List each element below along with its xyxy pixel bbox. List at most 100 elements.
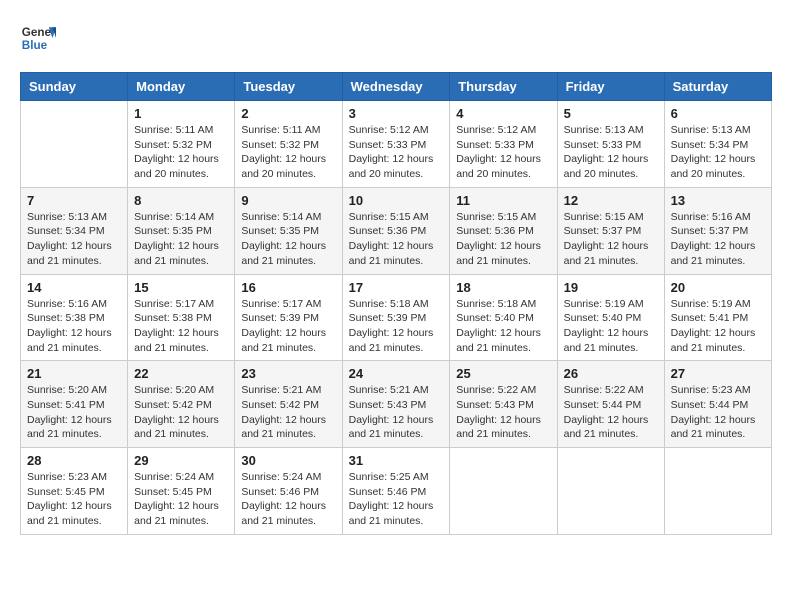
day-info: Sunrise: 5:19 AM Sunset: 5:41 PM Dayligh… xyxy=(671,297,765,356)
calendar-cell: 1Sunrise: 5:11 AM Sunset: 5:32 PM Daylig… xyxy=(128,101,235,188)
calendar-cell: 12 Sunrise: 5:15 AM Sunset: 5:37 PM Dayli… xyxy=(557,187,664,274)
weekday-header-sunday: Sunday xyxy=(21,73,128,101)
day-info: Sunrise: 5:15 AM Sunset: 5:36 PM Dayligh… xyxy=(349,210,444,269)
day-number: 19 xyxy=(564,280,658,295)
day-info: Sunrise: 5:12 AM Sunset: 5:33 PM Dayligh… xyxy=(349,123,444,182)
day-number: 12 xyxy=(564,193,658,208)
day-info: Sunrise: 5:20 AM Sunset: 5:42 PM Dayligh… xyxy=(134,383,228,442)
day-number: 9 xyxy=(241,193,335,208)
svg-text:Blue: Blue xyxy=(22,39,48,52)
weekday-header-monday: Monday xyxy=(128,73,235,101)
calendar-cell: 16Sunrise: 5:17 AM Sunset: 5:39 PM Dayli… xyxy=(235,274,342,361)
weekday-header-row: SundayMondayTuesdayWednesdayThursdayFrid… xyxy=(21,73,772,101)
day-number: 23 xyxy=(241,366,335,381)
day-number: 6 xyxy=(671,106,765,121)
calendar-cell: 3 Sunrise: 5:12 AM Sunset: 5:33 PM Daylig… xyxy=(342,101,450,188)
day-info: Sunrise: 5:13 AM Sunset: 5:34 PM Dayligh… xyxy=(671,123,765,182)
day-info: Sunrise: 5:19 AM Sunset: 5:40 PM Dayligh… xyxy=(564,297,658,356)
calendar-cell: 22 Sunrise: 5:20 AM Sunset: 5:42 PM Dayli… xyxy=(128,361,235,448)
day-info: Sunrise: 5:20 AM Sunset: 5:41 PM Dayligh… xyxy=(27,383,121,442)
day-info: Sunrise: 5:16 AM Sunset: 5:37 PM Dayligh… xyxy=(671,210,765,269)
calendar-week-row: 1Sunrise: 5:11 AM Sunset: 5:32 PM Daylig… xyxy=(21,101,772,188)
day-info: Sunrise: 5:25 AM Sunset: 5:46 PM Dayligh… xyxy=(349,470,444,529)
day-info: Sunrise: 5:21 AM Sunset: 5:42 PM Dayligh… xyxy=(241,383,335,442)
calendar-week-row: 21Sunrise: 5:20 AM Sunset: 5:41 PM Dayli… xyxy=(21,361,772,448)
day-number: 31 xyxy=(349,453,444,468)
calendar-table: SundayMondayTuesdayWednesdayThursdayFrid… xyxy=(20,72,772,535)
calendar-week-row: 28Sunrise: 5:23 AM Sunset: 5:45 PM Dayli… xyxy=(21,448,772,535)
day-number: 26 xyxy=(564,366,658,381)
calendar-cell: 29 Sunrise: 5:24 AM Sunset: 5:45 PM Dayli… xyxy=(128,448,235,535)
calendar-cell xyxy=(21,101,128,188)
day-number: 29 xyxy=(134,453,228,468)
calendar-cell xyxy=(557,448,664,535)
calendar-cell: 23 Sunrise: 5:21 AM Sunset: 5:42 PM Dayli… xyxy=(235,361,342,448)
calendar-cell xyxy=(450,448,557,535)
calendar-cell: 10Sunrise: 5:15 AM Sunset: 5:36 PM Dayli… xyxy=(342,187,450,274)
weekday-header-saturday: Saturday xyxy=(664,73,771,101)
day-info: Sunrise: 5:14 AM Sunset: 5:35 PM Dayligh… xyxy=(134,210,228,269)
calendar-cell: 8 Sunrise: 5:14 AM Sunset: 5:35 PM Daylig… xyxy=(128,187,235,274)
day-number: 27 xyxy=(671,366,765,381)
day-number: 30 xyxy=(241,453,335,468)
day-info: Sunrise: 5:21 AM Sunset: 5:43 PM Dayligh… xyxy=(349,383,444,442)
day-number: 25 xyxy=(456,366,550,381)
calendar-cell: 5Sunrise: 5:13 AM Sunset: 5:33 PM Daylig… xyxy=(557,101,664,188)
day-info: Sunrise: 5:13 AM Sunset: 5:33 PM Dayligh… xyxy=(564,123,658,182)
calendar-week-row: 14Sunrise: 5:16 AM Sunset: 5:38 PM Dayli… xyxy=(21,274,772,361)
day-info: Sunrise: 5:15 AM Sunset: 5:37 PM Dayligh… xyxy=(564,210,658,269)
day-number: 2 xyxy=(241,106,335,121)
calendar-cell: 4 Sunrise: 5:12 AM Sunset: 5:33 PM Daylig… xyxy=(450,101,557,188)
weekday-header-friday: Friday xyxy=(557,73,664,101)
calendar-cell: 6 Sunrise: 5:13 AM Sunset: 5:34 PM Daylig… xyxy=(664,101,771,188)
day-number: 11 xyxy=(456,193,550,208)
logo-icon: General Blue xyxy=(20,20,56,56)
day-info: Sunrise: 5:12 AM Sunset: 5:33 PM Dayligh… xyxy=(456,123,550,182)
day-info: Sunrise: 5:23 AM Sunset: 5:45 PM Dayligh… xyxy=(27,470,121,529)
weekday-header-wednesday: Wednesday xyxy=(342,73,450,101)
day-info: Sunrise: 5:17 AM Sunset: 5:39 PM Dayligh… xyxy=(241,297,335,356)
day-info: Sunrise: 5:11 AM Sunset: 5:32 PM Dayligh… xyxy=(134,123,228,182)
weekday-header-thursday: Thursday xyxy=(450,73,557,101)
day-number: 4 xyxy=(456,106,550,121)
day-number: 7 xyxy=(27,193,121,208)
calendar-cell: 25 Sunrise: 5:22 AM Sunset: 5:43 PM Dayli… xyxy=(450,361,557,448)
day-info: Sunrise: 5:14 AM Sunset: 5:35 PM Dayligh… xyxy=(241,210,335,269)
calendar-cell: 30Sunrise: 5:24 AM Sunset: 5:46 PM Dayli… xyxy=(235,448,342,535)
calendar-cell xyxy=(664,448,771,535)
weekday-header-tuesday: Tuesday xyxy=(235,73,342,101)
calendar-cell: 21Sunrise: 5:20 AM Sunset: 5:41 PM Dayli… xyxy=(21,361,128,448)
calendar-cell: 11 Sunrise: 5:15 AM Sunset: 5:36 PM Dayli… xyxy=(450,187,557,274)
day-number: 17 xyxy=(349,280,444,295)
calendar-cell: 7Sunrise: 5:13 AM Sunset: 5:34 PM Daylig… xyxy=(21,187,128,274)
day-info: Sunrise: 5:22 AM Sunset: 5:43 PM Dayligh… xyxy=(456,383,550,442)
calendar-cell: 28Sunrise: 5:23 AM Sunset: 5:45 PM Dayli… xyxy=(21,448,128,535)
day-info: Sunrise: 5:22 AM Sunset: 5:44 PM Dayligh… xyxy=(564,383,658,442)
calendar-cell: 20 Sunrise: 5:19 AM Sunset: 5:41 PM Dayli… xyxy=(664,274,771,361)
day-number: 13 xyxy=(671,193,765,208)
day-info: Sunrise: 5:15 AM Sunset: 5:36 PM Dayligh… xyxy=(456,210,550,269)
calendar-cell: 14Sunrise: 5:16 AM Sunset: 5:38 PM Dayli… xyxy=(21,274,128,361)
day-number: 8 xyxy=(134,193,228,208)
day-number: 18 xyxy=(456,280,550,295)
calendar-cell: 13 Sunrise: 5:16 AM Sunset: 5:37 PM Dayli… xyxy=(664,187,771,274)
logo: General Blue xyxy=(20,20,56,56)
day-info: Sunrise: 5:18 AM Sunset: 5:39 PM Dayligh… xyxy=(349,297,444,356)
calendar-cell: 15 Sunrise: 5:17 AM Sunset: 5:38 PM Dayli… xyxy=(128,274,235,361)
day-number: 3 xyxy=(349,106,444,121)
page-header: General Blue xyxy=(20,20,772,56)
calendar-cell: 19 Sunrise: 5:19 AM Sunset: 5:40 PM Dayli… xyxy=(557,274,664,361)
day-number: 22 xyxy=(134,366,228,381)
calendar-cell: 26 Sunrise: 5:22 AM Sunset: 5:44 PM Dayli… xyxy=(557,361,664,448)
day-info: Sunrise: 5:17 AM Sunset: 5:38 PM Dayligh… xyxy=(134,297,228,356)
day-number: 20 xyxy=(671,280,765,295)
day-info: Sunrise: 5:11 AM Sunset: 5:32 PM Dayligh… xyxy=(241,123,335,182)
day-number: 15 xyxy=(134,280,228,295)
day-number: 14 xyxy=(27,280,121,295)
calendar-cell: 31 Sunrise: 5:25 AM Sunset: 5:46 PM Dayli… xyxy=(342,448,450,535)
day-info: Sunrise: 5:24 AM Sunset: 5:45 PM Dayligh… xyxy=(134,470,228,529)
day-number: 24 xyxy=(349,366,444,381)
calendar-cell: 17 Sunrise: 5:18 AM Sunset: 5:39 PM Dayli… xyxy=(342,274,450,361)
calendar-cell: 9 Sunrise: 5:14 AM Sunset: 5:35 PM Daylig… xyxy=(235,187,342,274)
calendar-cell: 24 Sunrise: 5:21 AM Sunset: 5:43 PM Dayli… xyxy=(342,361,450,448)
